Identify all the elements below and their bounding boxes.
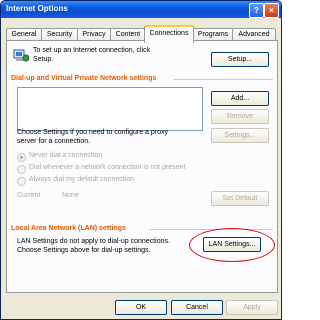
setup-text-line1: To set up an Internet connection, click <box>33 47 151 54</box>
remove-button[interactable]: Remove <box>211 109 269 124</box>
proxy-help-line1: Choose Settings if you need to configure… <box>17 129 168 136</box>
help-button[interactable]: ? <box>249 3 264 18</box>
set-default-button[interactable]: Set Default <box>211 191 269 206</box>
close-button[interactable]: × <box>264 3 279 18</box>
dialup-settings-button[interactable]: Settings... <box>211 128 269 143</box>
lan-text-line2: Choose Settings above for dial-up settin… <box>17 247 151 254</box>
current-value: None <box>62 192 79 199</box>
window-title: Internet Options <box>6 4 68 13</box>
internet-options-window: Internet Options ? × General Security Pr… <box>0 0 282 320</box>
always-dial-label: Always dial my default connection <box>29 176 135 183</box>
always-dial-radio[interactable] <box>17 177 26 186</box>
apply-button[interactable]: Apply <box>226 300 278 315</box>
dialup-section-title: Dial-up and Virtual Private Network sett… <box>11 75 157 82</box>
connections-panel: To set up an Internet connection, click … <box>6 40 278 293</box>
ok-button[interactable]: OK <box>115 300 167 315</box>
current-label: Current <box>17 192 41 199</box>
proxy-help-line2: server for a connection. <box>17 138 91 145</box>
cancel-button[interactable]: Cancel <box>171 300 223 315</box>
add-button[interactable]: Add... <box>211 91 269 106</box>
tab-strip: General Security Privacy Content Connect… <box>6 25 280 43</box>
dialup-section-divider <box>173 79 273 80</box>
highlight-annotation-oval <box>189 228 275 262</box>
never-dial-radio[interactable] <box>17 153 26 162</box>
tab-connections[interactable]: Connections <box>144 25 194 43</box>
network-computer-icon <box>13 49 29 62</box>
setup-button[interactable]: Setup... <box>211 52 269 67</box>
lan-section-title: Local Area Network (LAN) settings <box>11 225 126 232</box>
dial-whenever-radio[interactable] <box>17 165 26 174</box>
title-bar[interactable]: Internet Options ? × <box>1 1 281 18</box>
never-dial-label: Never dial a connection <box>29 152 103 159</box>
lan-text-line1: LAN Settings do not apply to dial-up con… <box>17 238 170 245</box>
dial-whenever-label: Dial whenever a network connection is no… <box>29 164 186 171</box>
dialup-connections-list[interactable] <box>17 87 203 131</box>
setup-text-line2: Setup. <box>33 56 54 63</box>
